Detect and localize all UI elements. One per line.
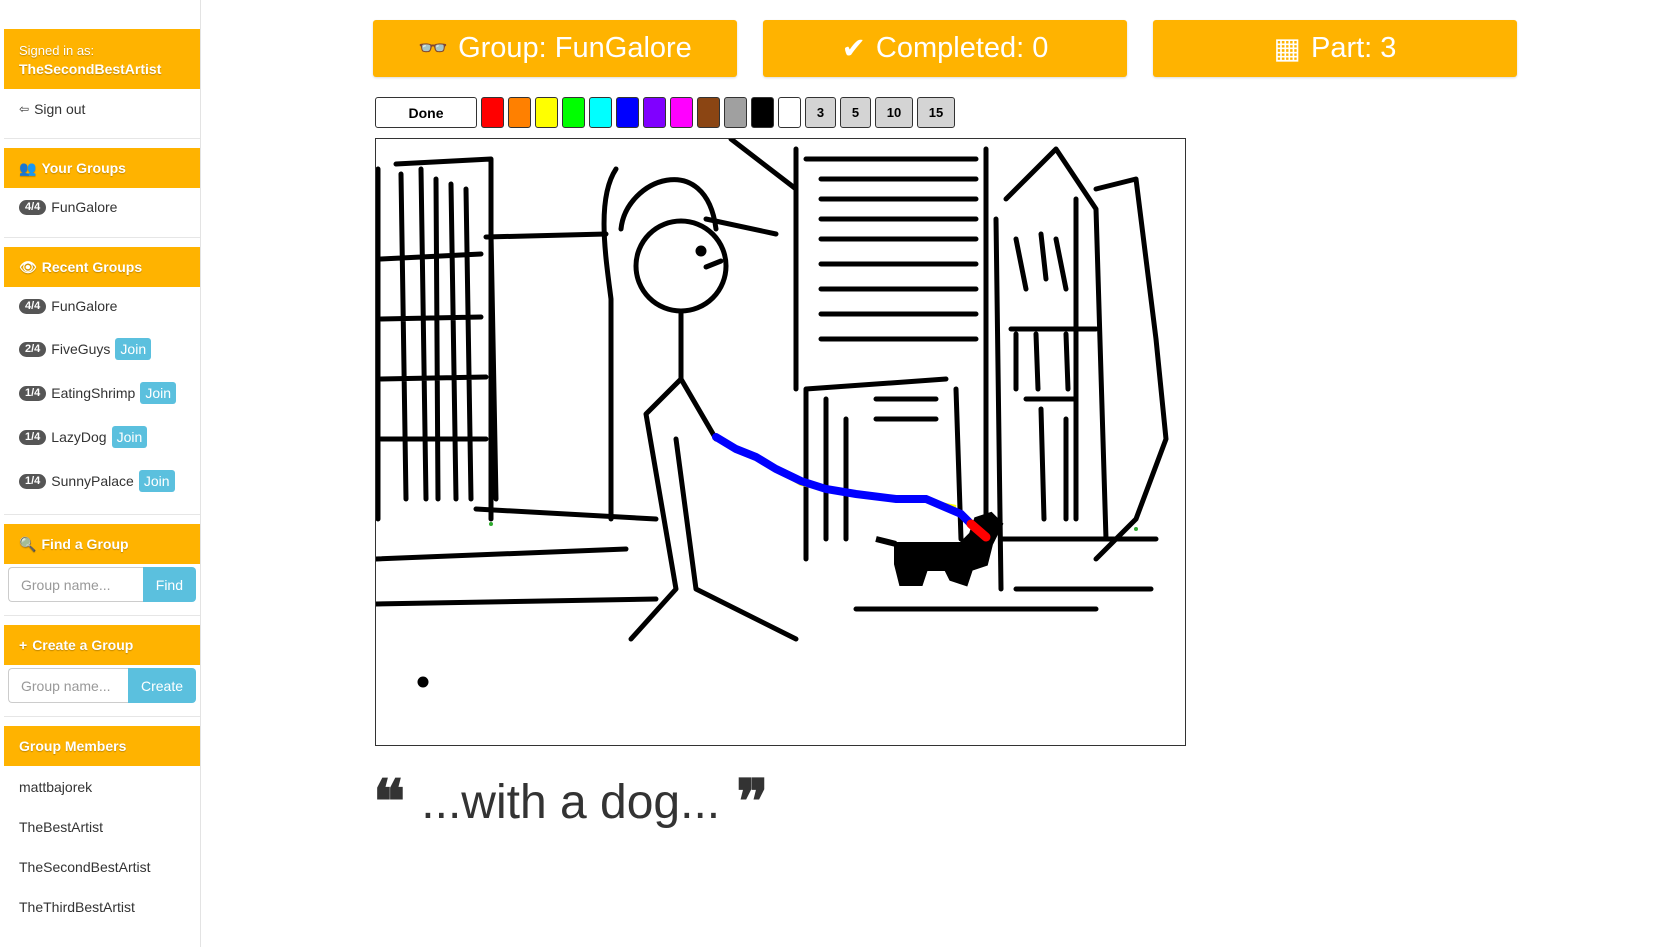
member-count-badge: 1/4 <box>19 473 47 489</box>
part-number: Part: 3 <box>1310 32 1397 64</box>
your-groups-title: Your Groups <box>41 160 126 176</box>
color-swatch[interactable] <box>643 97 666 128</box>
group-name: SunnyPalace <box>51 473 134 489</box>
recent-group-item[interactable]: 1/4 SunnyPalace Join <box>19 470 175 492</box>
color-swatch[interactable] <box>751 97 774 128</box>
create-group-title: Create a Group <box>32 637 134 653</box>
group-members-header: Group Members <box>4 726 200 766</box>
join-button[interactable]: Join <box>138 470 175 492</box>
member-count-badge: 2/4 <box>19 341 47 357</box>
divider <box>4 716 200 717</box>
users-icon: 👥 <box>19 159 37 176</box>
signed-in-panel: Signed in as: TheSecondBestArtist <box>4 29 200 89</box>
member-count-badge: 1/4 <box>19 385 47 401</box>
group-name: FunGalore <box>51 199 118 215</box>
recent-groups-title: Recent Groups <box>41 259 143 275</box>
completed-bar: ✔ Completed: 0 <box>763 20 1127 77</box>
group-name: EatingShrimp <box>51 385 136 401</box>
sign-out-icon: ⇦ <box>19 102 30 116</box>
member-item: mattbajorek <box>19 779 93 795</box>
part-bar: ▦ Part: 3 <box>1153 20 1517 77</box>
find-group-title: Find a Group <box>41 536 129 552</box>
brush-size-5[interactable]: 5 <box>840 97 871 128</box>
member-count-badge: 4/4 <box>19 199 47 215</box>
color-swatch[interactable] <box>535 97 558 128</box>
member-item: TheSecondBestArtist <box>19 859 151 875</box>
brush-size-3[interactable]: 3 <box>805 97 836 128</box>
your-groups-header: 👥 Your Groups <box>4 148 200 188</box>
group-bar: 👓 Group: FunGalore <box>373 20 737 77</box>
brush-size-15[interactable]: 15 <box>917 97 955 128</box>
divider <box>4 514 200 515</box>
create-group-input[interactable] <box>8 668 128 703</box>
create-group-header: + Create a Group <box>4 625 200 665</box>
divider <box>4 138 200 139</box>
glasses-icon: 👓 <box>418 35 449 62</box>
recent-group-item[interactable]: 1/4 LazyDog Join <box>19 426 148 448</box>
quote-right-icon: ❞ <box>736 767 769 837</box>
color-swatch[interactable] <box>697 97 720 128</box>
divider <box>4 237 200 238</box>
find-group-input[interactable] <box>8 567 143 602</box>
find-button[interactable]: Find <box>142 567 196 602</box>
color-swatch[interactable] <box>589 97 612 128</box>
sign-out-link[interactable]: ⇦ Sign out <box>19 101 85 117</box>
create-button[interactable]: Create <box>127 668 196 703</box>
plus-icon: + <box>19 637 28 653</box>
color-swatch[interactable] <box>778 97 801 128</box>
create-group-form: Create <box>8 668 196 703</box>
color-swatch[interactable] <box>562 97 585 128</box>
drawing <box>376 139 1169 688</box>
group-members-title: Group Members <box>19 738 127 754</box>
join-button[interactable]: Join <box>115 338 152 360</box>
group-name: FunGalore <box>51 298 118 314</box>
color-swatch[interactable] <box>481 97 504 128</box>
done-button[interactable]: Done <box>375 97 477 128</box>
color-swatch[interactable] <box>670 97 693 128</box>
quote-left-icon: ❝ <box>373 767 406 837</box>
grid-icon: ▦ <box>1273 33 1301 65</box>
join-button[interactable]: Join <box>111 426 148 448</box>
prompt-text: ...with a dog... <box>421 775 721 829</box>
sign-out-label: Sign out <box>34 101 86 117</box>
check-icon: ✔ <box>841 33 866 65</box>
divider <box>4 615 200 616</box>
username: TheSecondBestArtist <box>19 61 162 77</box>
join-button[interactable]: Join <box>140 382 177 404</box>
find-group-header: 🔍 Find a Group <box>4 524 200 564</box>
eye-icon: 👁 <box>19 258 37 275</box>
recent-groups-header: 👁 Recent Groups <box>4 247 200 287</box>
color-swatches <box>481 97 801 128</box>
member-item: TheBestArtist <box>19 819 104 835</box>
group-name: FiveGuys <box>51 341 111 357</box>
search-icon: 🔍 <box>19 535 37 552</box>
your-group-item[interactable]: 4/4 FunGalore <box>19 199 117 215</box>
prompt-quote: ❝ ...with a dog... ❞ <box>373 772 768 832</box>
recent-group-item[interactable]: 2/4 FiveGuys Join <box>19 338 152 360</box>
member-item: TheThirdBestArtist <box>19 899 135 915</box>
drawing-toolbar: Done 3 5 10 15 <box>375 97 955 128</box>
color-swatch[interactable] <box>616 97 639 128</box>
color-swatch[interactable] <box>724 97 747 128</box>
signed-in-label: Signed in as: <box>19 43 95 58</box>
recent-group-item[interactable]: 4/4 FunGalore <box>19 298 117 314</box>
group-title: Group: FunGalore <box>458 32 692 64</box>
sidebar: Signed in as: TheSecondBestArtist ⇦ Sign… <box>0 0 201 947</box>
member-count-badge: 4/4 <box>19 298 47 314</box>
brush-size-10[interactable]: 10 <box>875 97 913 128</box>
completed-count: Completed: 0 <box>875 32 1049 64</box>
find-group-form: Find <box>8 567 196 602</box>
recent-group-item[interactable]: 1/4 EatingShrimp Join <box>19 382 177 404</box>
member-count-badge: 1/4 <box>19 429 47 445</box>
drawing-canvas[interactable] <box>375 138 1186 746</box>
group-name: LazyDog <box>51 429 107 445</box>
color-swatch[interactable] <box>508 97 531 128</box>
